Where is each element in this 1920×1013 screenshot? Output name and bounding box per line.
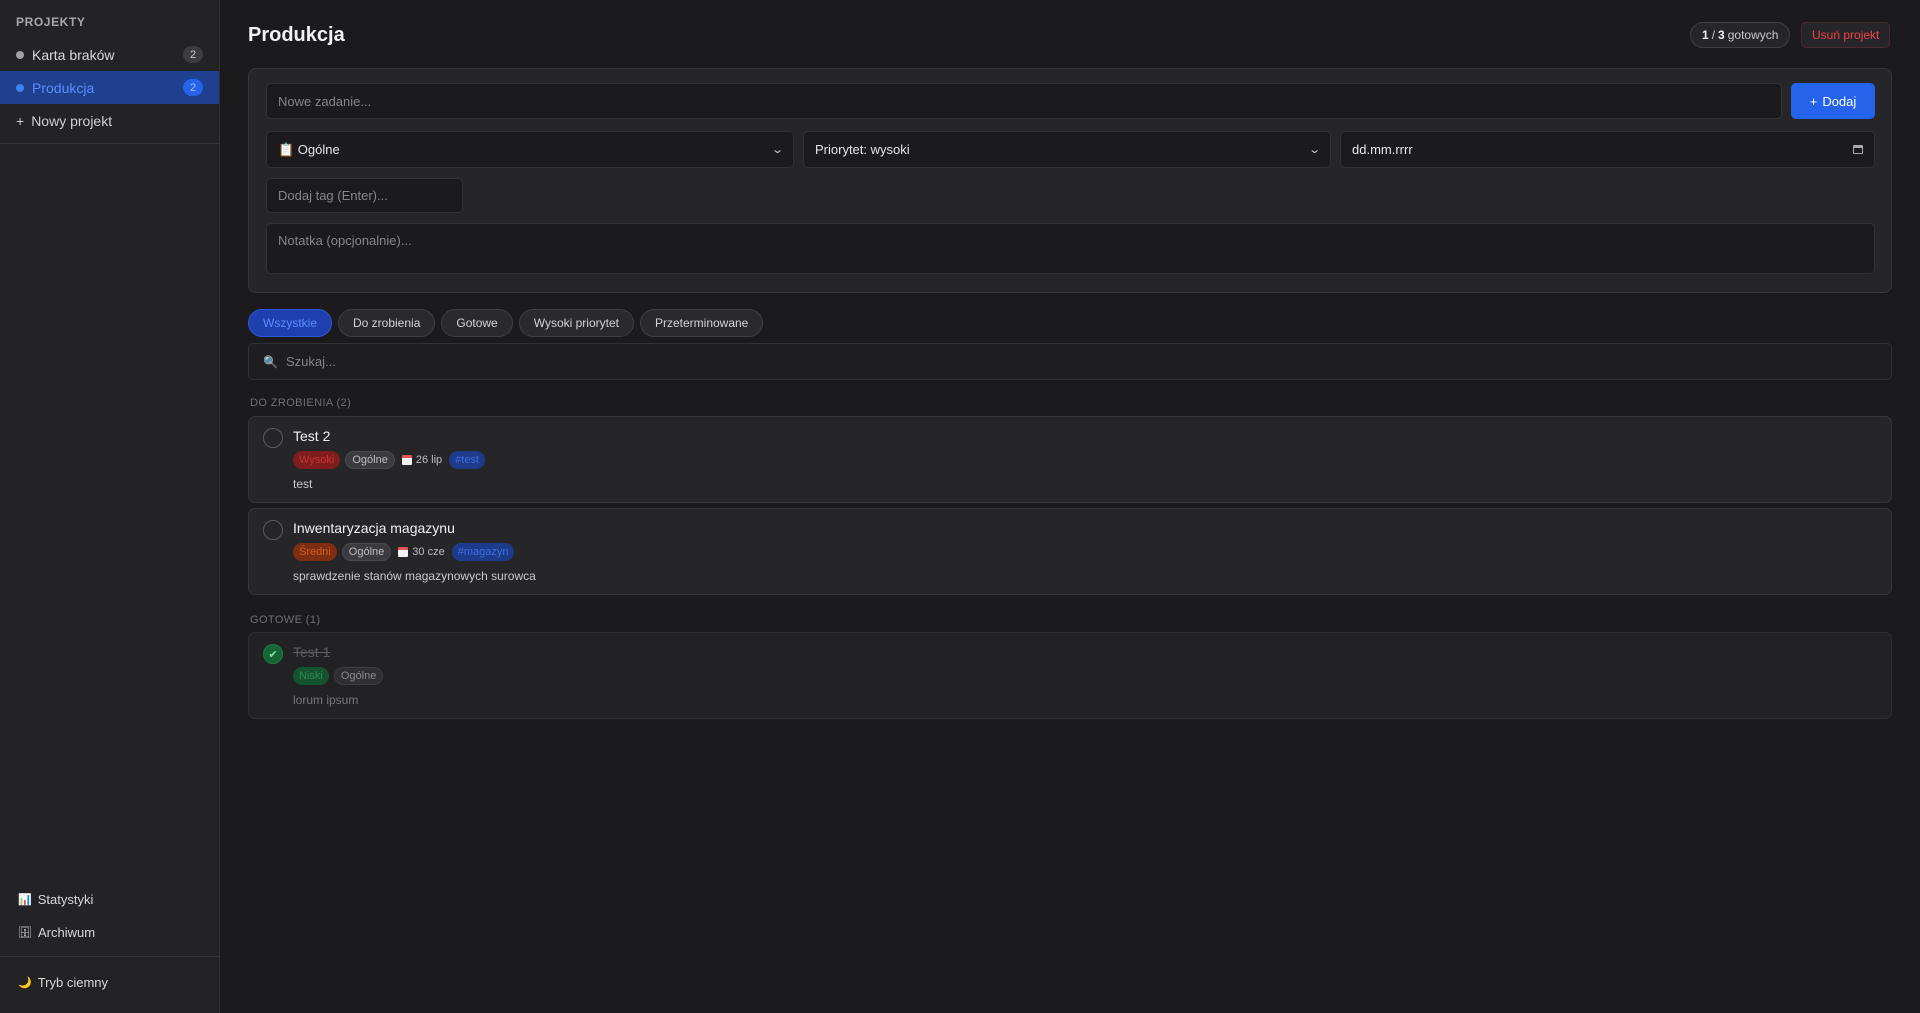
category-value: 📋 Ogólne (278, 141, 340, 157)
date-value: dd.mm.rrrr (1352, 142, 1413, 157)
sidebar-item-label: Produkcja (32, 79, 95, 96)
moon-icon: 🌙 (18, 977, 32, 989)
chart-icon: 📊 (18, 894, 32, 906)
task-title: Inwentaryzacja magazynu (293, 520, 455, 536)
tag-input[interactable]: Dodaj tag (Enter)... (266, 178, 463, 213)
chevron-down-icon: ⌄ (770, 144, 784, 156)
new-task-form: Nowe zadanie... + Dodaj 📋 Ogólne ⌄ Prior… (248, 68, 1892, 293)
done-count: 1 (1702, 28, 1709, 42)
chevron-down-icon: ⌄ (1307, 144, 1321, 156)
dark-mode-label: Tryb ciemny (37, 975, 109, 990)
sidebar-item-produkcja[interactable]: Produkcja 2 (0, 71, 219, 104)
due-date-input[interactable]: dd.mm.rrrr (1340, 131, 1875, 168)
filter-todo[interactable]: Do zrobienia (338, 309, 436, 337)
due-date-text: 26 lip (415, 454, 443, 466)
search-input[interactable]: 🔍 Szukaj... (248, 343, 1892, 380)
due-date: 30 cze (398, 546, 445, 558)
sidebar-divider (0, 143, 219, 144)
filter-overdue[interactable]: Przeterminowane (639, 309, 764, 337)
plus-icon: + (16, 112, 25, 129)
todo-section-label: DO ZROBIENIA (2) (250, 397, 352, 409)
project-count-badge: 2 (183, 79, 203, 96)
due-date-text: 30 cze (412, 546, 445, 558)
note-textarea[interactable]: Notatka (opcjonalnie)... (266, 223, 1875, 274)
priority-value: Priorytet: wysoki (815, 142, 910, 157)
done-suffix: gotowych (1727, 28, 1779, 42)
main-content: Produkcja 1 / 3 gotowych Usuń projekt No… (248, 0, 1892, 1013)
search-placeholder: Szukaj... (285, 354, 336, 369)
note-placeholder: Notatka (opcjonalnie)... (278, 233, 412, 248)
new-project-label: Nowy projekt (31, 112, 113, 129)
category-badge: Ogólne (341, 543, 392, 561)
archive-label: Archiwum (37, 925, 96, 940)
task-checkbox[interactable]: ✔ (263, 644, 283, 664)
search-icon: 🔍 (263, 354, 278, 369)
priority-select[interactable]: Priorytet: wysoki ⌄ (803, 131, 1331, 168)
plus-icon: + (1809, 93, 1818, 109)
task-title: Test 2 (293, 428, 331, 444)
calendar-icon[interactable] (1853, 145, 1863, 154)
delete-project-button[interactable]: Usuń projekt (1801, 22, 1891, 48)
checkmark-icon: ✔ (268, 648, 278, 661)
priority-badge: Niski (293, 667, 329, 685)
project-count-badge: 2 (183, 46, 203, 63)
task-item[interactable]: Test 2 Wysoki Ogólne 26 lip #test test (248, 416, 1892, 503)
hashtag-badge[interactable]: #magazyn (451, 543, 515, 561)
task-title-input[interactable]: Nowe zadanie... (266, 83, 1782, 119)
filter-done[interactable]: Gotowe (441, 309, 513, 337)
task-checkbox[interactable] (263, 428, 283, 448)
due-date: 26 lip (401, 454, 443, 466)
project-dot-icon (16, 50, 24, 59)
priority-badge: Wysoki (293, 451, 341, 469)
category-badge: Ogólne (333, 667, 384, 685)
page-title: Produkcja (248, 24, 345, 46)
category-select[interactable]: 📋 Ogólne ⌄ (266, 131, 794, 168)
filter-tabs: Wszystkie Do zrobienia Gotowe Wysoki pri… (248, 309, 764, 337)
projects-heading: PROJEKTY (16, 15, 86, 29)
sidebar: PROJEKTY Karta braków 2 Produkcja 2 + No… (0, 0, 220, 1013)
done-section-label: GOTOWE (1) (250, 614, 321, 626)
hashtag-badge[interactable]: #test (449, 451, 485, 469)
task-item[interactable]: Inwentaryzacja magazynu Średni Ogólne 30… (248, 508, 1892, 595)
filter-high-priority[interactable]: Wysoki priorytet (518, 309, 634, 337)
new-project-button[interactable]: + Nowy projekt (0, 104, 219, 137)
progress-badge: 1 / 3 gotowych (1690, 22, 1791, 48)
project-dot-icon (16, 83, 24, 92)
task-item[interactable]: ✔ Test 1 Niski Ogólne lorum ipsum (248, 632, 1892, 719)
task-title: Test 1 (293, 644, 331, 660)
dark-mode-toggle[interactable]: 🌙 Tryb ciemny (18, 975, 108, 990)
progress-separator: / (1711, 28, 1716, 42)
stats-link[interactable]: 📊 Statystyki (18, 892, 93, 907)
calendar-icon (401, 455, 412, 465)
task-note: sprawdzenie stanów magazynowych surowca (293, 569, 536, 583)
stats-label: Statystyki (37, 892, 94, 907)
add-task-button[interactable]: + Dodaj (1791, 83, 1875, 119)
task-note: lorum ipsum (293, 693, 359, 707)
archive-icon: 🗄 (18, 927, 32, 939)
task-checkbox[interactable] (263, 520, 283, 540)
task-note: test (293, 477, 313, 491)
filter-all[interactable]: Wszystkie (248, 309, 332, 337)
task-meta: Średni Ogólne 30 cze #magazyn (293, 543, 515, 561)
sidebar-divider (0, 956, 219, 957)
add-label: Dodaj (1822, 93, 1857, 109)
task-title-placeholder: Nowe zadanie... (278, 93, 372, 109)
total-count: 3 (1718, 28, 1725, 42)
task-meta: Niski Ogólne (293, 667, 384, 685)
sidebar-item-label: Karta braków (32, 46, 115, 63)
archive-link[interactable]: 🗄 Archiwum (18, 925, 95, 940)
category-badge: Ogólne (345, 451, 395, 469)
sidebar-item-karta-brakow[interactable]: Karta braków 2 (0, 38, 219, 71)
task-meta: Wysoki Ogólne 26 lip #test (293, 451, 485, 469)
priority-badge: Średni (293, 543, 337, 561)
tag-placeholder: Dodaj tag (Enter)... (278, 188, 388, 203)
calendar-icon (398, 547, 409, 557)
